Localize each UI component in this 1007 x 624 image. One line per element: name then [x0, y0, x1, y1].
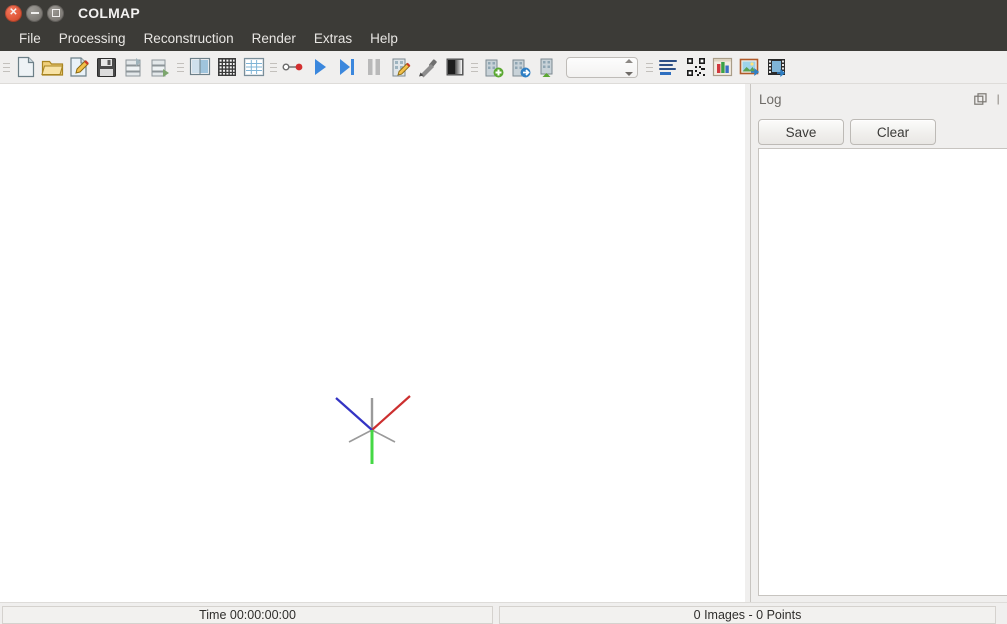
status-counts: 0 Images - 0 Points [499, 606, 996, 624]
toolbar-drag-handle-reconstruction[interactable] [268, 56, 278, 78]
window-title: COLMAP [78, 5, 140, 21]
toolbar-drag-handle-model[interactable] [469, 56, 479, 78]
menu-bar: File Processing Reconstruction Render Ex… [0, 26, 1007, 51]
model-reset-icon[interactable] [534, 54, 561, 81]
menu-file[interactable]: File [10, 28, 50, 49]
dense-reconstruction-icon[interactable] [414, 54, 441, 81]
colmap-window: ✕ COLMAP File Processing Reconstruction … [0, 0, 1007, 624]
float-icon[interactable] [973, 92, 987, 106]
step-reconstruction-icon[interactable] [333, 54, 360, 81]
save-log-button[interactable]: Save [758, 119, 844, 145]
menu-render[interactable]: Render [243, 28, 305, 49]
minimize-window-button[interactable] [26, 4, 43, 22]
model-viewer[interactable] [0, 84, 745, 602]
close-window-button[interactable]: ✕ [5, 4, 22, 22]
grab-movie-icon[interactable] [763, 54, 790, 81]
database-management-icon[interactable] [240, 54, 267, 81]
feature-extraction-icon[interactable] [186, 54, 213, 81]
log-panel-header: Log [751, 88, 1007, 110]
feature-matching-icon[interactable] [213, 54, 240, 81]
menu-reconstruction[interactable]: Reconstruction [135, 28, 243, 49]
toolbar-drag-handle-stats[interactable] [644, 56, 654, 78]
model-statistics-icon[interactable] [655, 54, 682, 81]
model-index-spinbox[interactable] [566, 56, 638, 78]
x-axis [371, 395, 411, 431]
close-icon[interactable] [993, 92, 1007, 106]
export-model-icon[interactable] [147, 54, 174, 81]
log-panel-buttons: Save Clear [758, 119, 936, 145]
menu-help[interactable]: Help [361, 28, 407, 49]
new-project-icon[interactable] [12, 54, 39, 81]
log-panel-header-icons [973, 92, 1007, 106]
menu-extras[interactable]: Extras [305, 28, 361, 49]
title-bar: ✕ COLMAP [0, 0, 1007, 26]
model-next-icon[interactable] [507, 54, 534, 81]
maximize-window-button[interactable] [47, 4, 64, 22]
open-project-icon[interactable] [39, 54, 66, 81]
match-matrix-icon[interactable] [682, 54, 709, 81]
edit-project-icon[interactable] [66, 54, 93, 81]
grab-image-icon[interactable] [736, 54, 763, 81]
maximize-icon [51, 9, 60, 17]
minimize-icon [30, 12, 39, 14]
log-chart-icon[interactable] [709, 54, 736, 81]
window-controls: ✕ [5, 4, 64, 22]
spinbox-arrows[interactable] [623, 58, 634, 76]
toolbar-drag-handle-feature[interactable] [175, 56, 185, 78]
log-panel-title: Log [759, 91, 782, 107]
close-icon: ✕ [9, 7, 18, 18]
bundle-adjustment-icon[interactable] [387, 54, 414, 81]
automatic-reconstruction-icon[interactable] [279, 54, 306, 81]
render-options-icon[interactable] [441, 54, 468, 81]
chevron-up-icon[interactable] [624, 58, 633, 63]
log-text-area[interactable] [758, 148, 1007, 596]
status-bar: Time 00:00:00:00 0 Images - 0 Points [0, 602, 1007, 624]
z-axis [335, 397, 373, 431]
clear-log-button[interactable]: Clear [850, 119, 936, 145]
status-time: Time 00:00:00:00 [2, 606, 493, 624]
toolbar-drag-handle-project[interactable] [1, 56, 11, 78]
grid-axis-left [348, 429, 373, 443]
menu-processing[interactable]: Processing [50, 28, 135, 49]
import-model-icon[interactable] [120, 54, 147, 81]
model-add-icon[interactable] [480, 54, 507, 81]
coordinate-axes-gizmo [322, 382, 418, 474]
pause-reconstruction-icon[interactable] [360, 54, 387, 81]
tool-bar [0, 51, 1007, 84]
grid-axis-right [371, 429, 396, 443]
save-project-icon[interactable] [93, 54, 120, 81]
chevron-down-icon[interactable] [624, 71, 633, 76]
start-reconstruction-icon[interactable] [306, 54, 333, 81]
log-dock-panel: Log Save Clear [751, 84, 1007, 602]
